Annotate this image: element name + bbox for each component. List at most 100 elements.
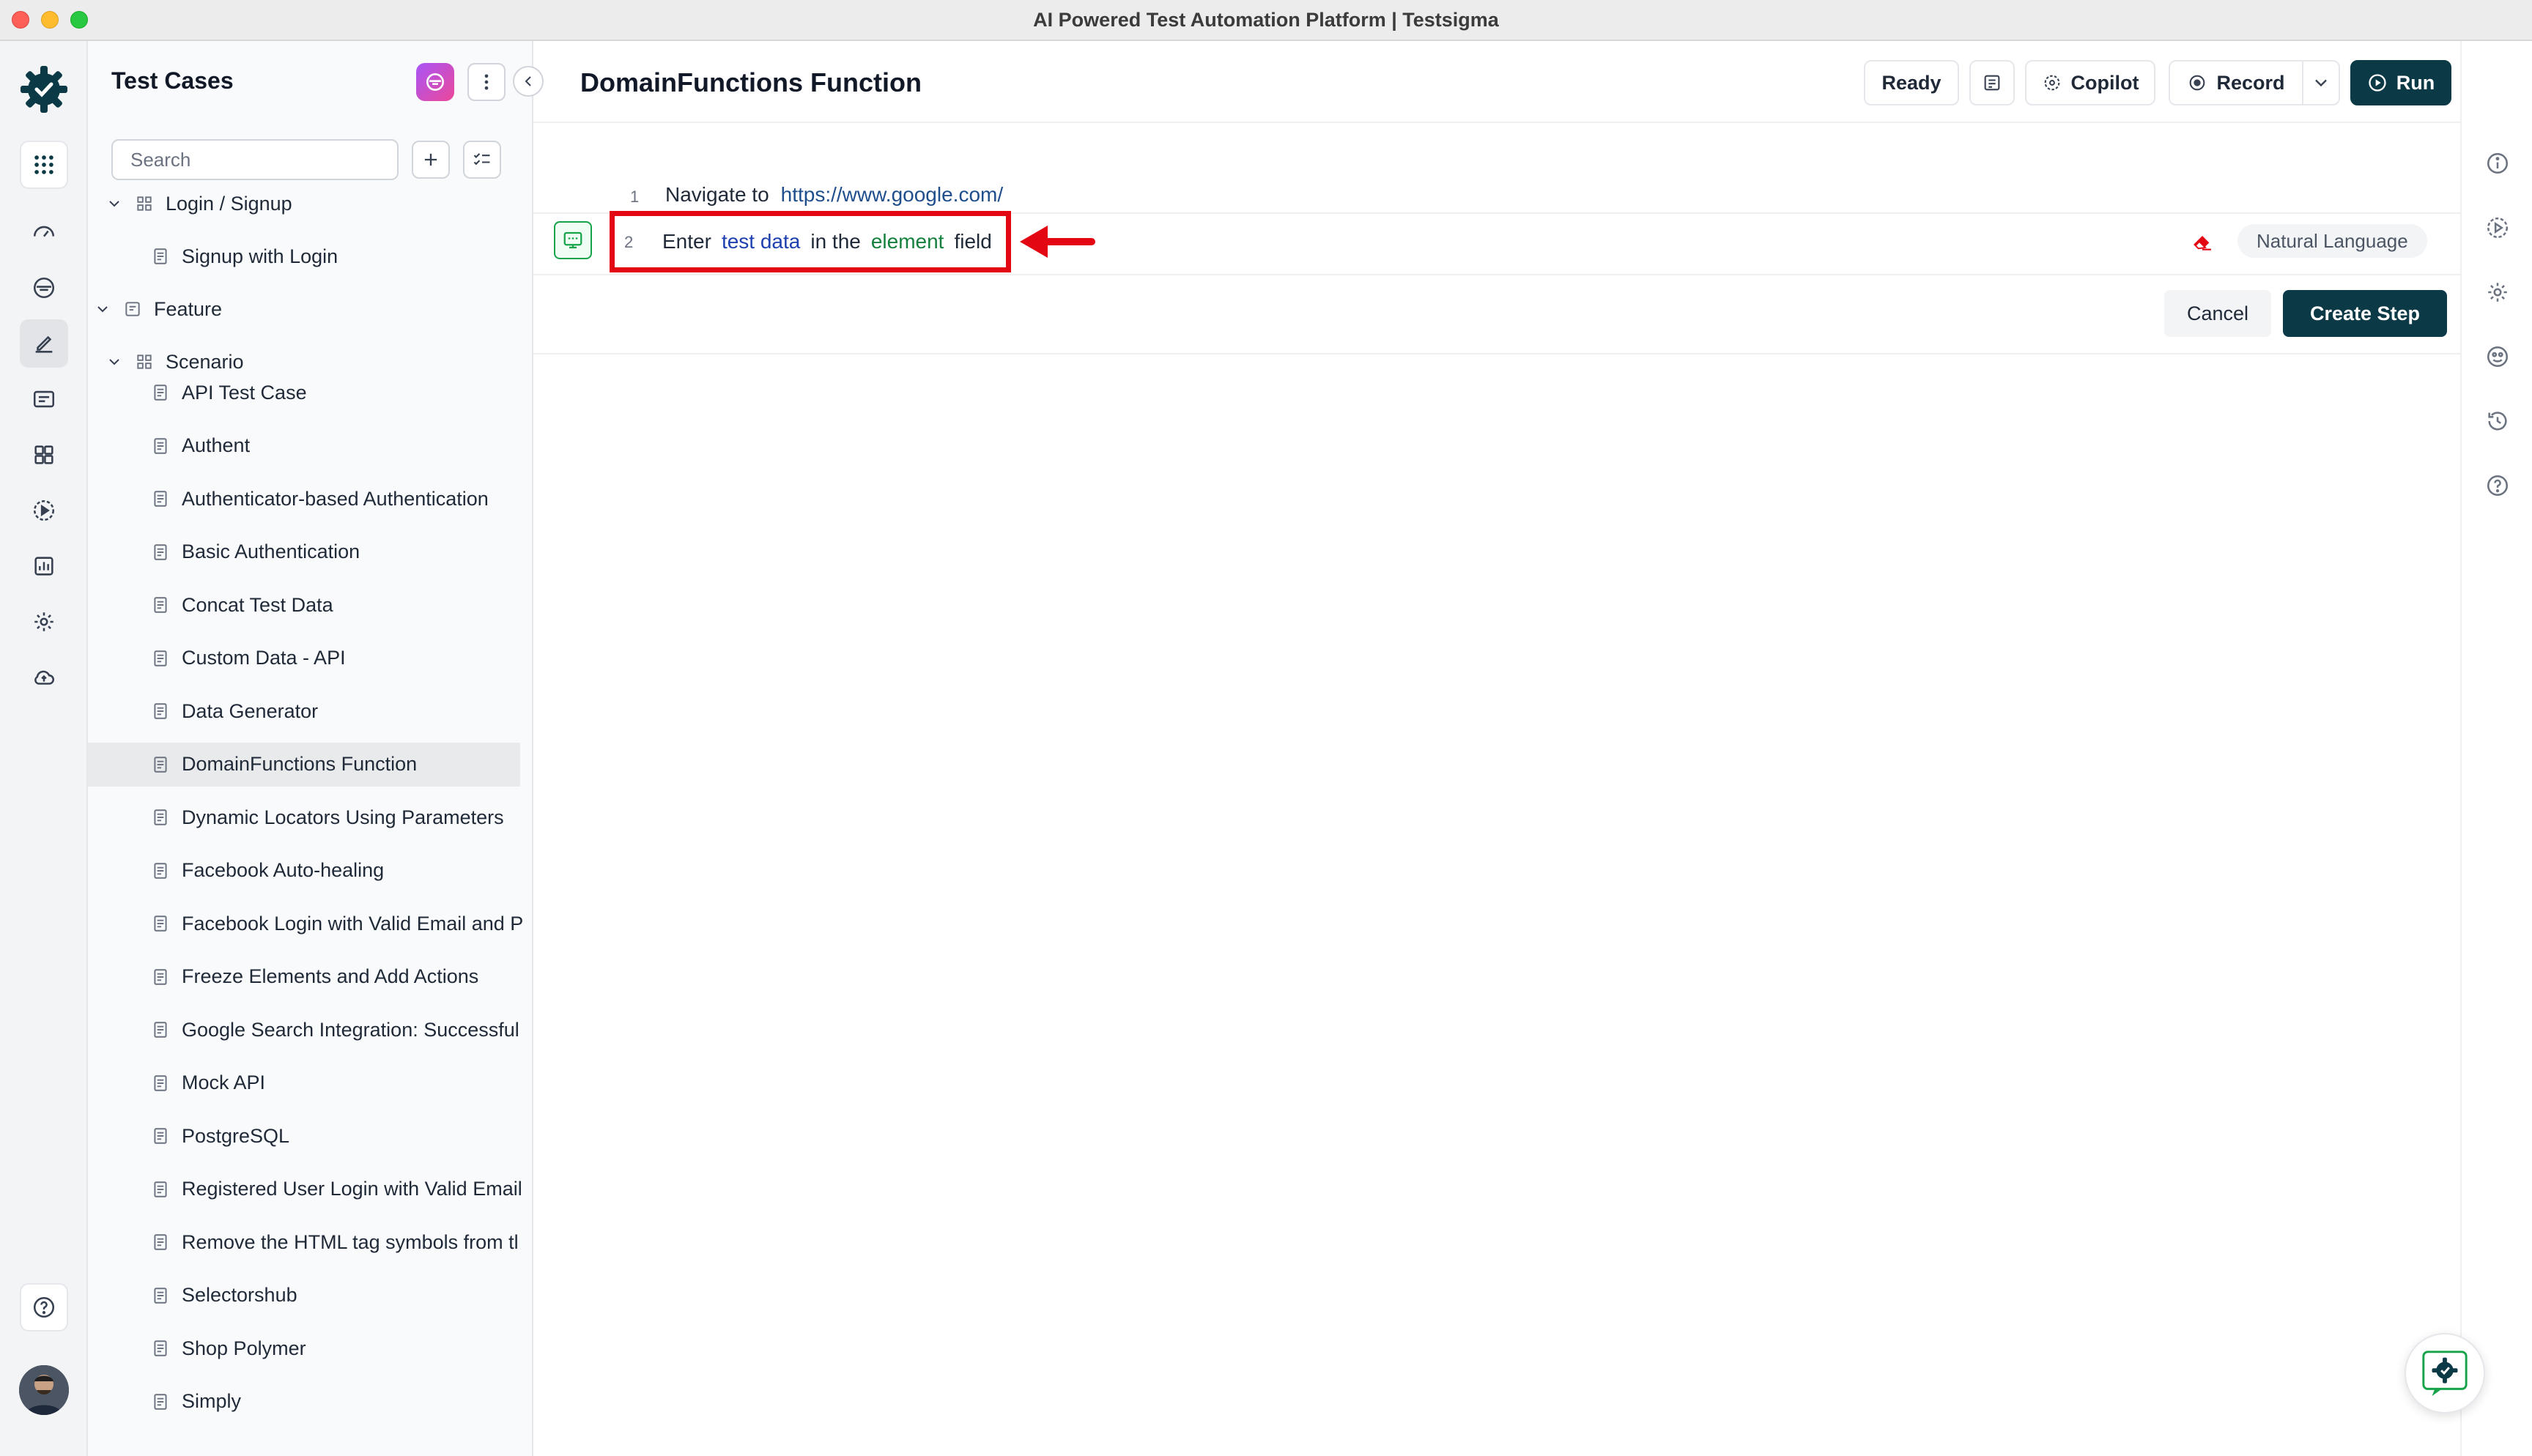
tree-node-case[interactable]: Facebook Auto-healing <box>88 849 520 893</box>
test-case-icon <box>154 862 167 879</box>
avatar[interactable] <box>19 1365 69 1415</box>
tree-node-label: Authent <box>182 434 251 456</box>
settings-icon[interactable] <box>2485 280 2510 305</box>
select-mode-button[interactable] <box>463 141 501 179</box>
cancel-button[interactable]: Cancel <box>2164 290 2271 337</box>
copilot-label: Copilot <box>2070 71 2139 94</box>
test-case-icon <box>154 1128 167 1144</box>
notes-button[interactable] <box>1969 60 2015 105</box>
test-case-icon <box>154 1022 167 1038</box>
runs-icon[interactable] <box>20 486 68 535</box>
main-editor: DomainFunctions Function Ready Copilot R… <box>533 41 2460 1456</box>
modules-icon[interactable] <box>20 431 68 479</box>
test-data-icon[interactable] <box>2485 344 2510 369</box>
search-input[interactable] <box>111 139 399 180</box>
dashboard-icon[interactable] <box>20 208 68 256</box>
language-badge[interactable]: Natural Language <box>2237 224 2427 258</box>
tree-node-label: Basic Authentication <box>182 541 360 562</box>
chat-assistant-icon <box>2422 1351 2468 1397</box>
record-button[interactable]: Record <box>2169 60 2303 105</box>
tree-node-case[interactable]: Shop Polymer <box>88 1326 520 1370</box>
test-case-icon <box>154 1393 167 1410</box>
logo-icon[interactable] <box>18 63 70 116</box>
test-case-icon <box>154 248 167 264</box>
info-icon[interactable] <box>2485 151 2510 176</box>
tree-more-button[interactable] <box>467 63 506 101</box>
eraser-icon[interactable] <box>2191 230 2214 253</box>
tree-node-scenario[interactable]: Login / Signup <box>106 182 520 226</box>
tree-node-case[interactable]: Registered User Login with Valid Email <box>88 1167 522 1211</box>
tree-node-label: Simply <box>182 1390 242 1412</box>
actions-divider <box>533 353 2460 354</box>
copilot-icon <box>2044 75 2059 91</box>
tree-node-label: Facebook Auto-healing <box>182 859 385 881</box>
help-icon[interactable] <box>2485 473 2510 498</box>
run-button[interactable]: Run <box>2350 60 2451 105</box>
chat-assistant-button[interactable] <box>2405 1333 2485 1414</box>
tree-node-case[interactable]: API Test Case <box>88 371 520 415</box>
tree-node-case[interactable]: Freeze Elements and Add Actions <box>88 955 520 999</box>
tree-node-case[interactable]: DomainFunctions Function <box>88 742 520 787</box>
tree-node-label: Login / Signup <box>166 192 292 215</box>
tree-node-case[interactable]: Remove the HTML tag symbols from tl <box>88 1220 520 1264</box>
chevron-left-icon <box>525 76 531 86</box>
tree-node-case[interactable]: Custom Data - API <box>88 636 520 680</box>
tree-node-case[interactable]: Concat Test Data <box>88 583 520 627</box>
history-icon[interactable] <box>2485 409 2510 434</box>
status-badge: Ready <box>1864 60 1959 105</box>
record-label: Record <box>2216 71 2285 94</box>
chevron-down-icon[interactable] <box>106 353 123 371</box>
tree-node-case[interactable]: Signup with Login <box>151 234 520 278</box>
status-label: Ready <box>1881 71 1941 94</box>
settings-icon[interactable] <box>20 598 68 646</box>
chevron-down-icon[interactable] <box>94 300 111 318</box>
test-case-icon <box>154 1074 167 1091</box>
tree-node-label: DomainFunctions Function <box>182 753 418 775</box>
tree-node-feature[interactable]: Feature <box>94 287 520 331</box>
add-test-case-button[interactable] <box>412 141 450 179</box>
copilot-button[interactable]: Copilot <box>2025 60 2155 105</box>
tree-node-case[interactable]: Selectorshub <box>88 1274 520 1318</box>
test-cases-icon[interactable] <box>20 319 68 368</box>
step-number: 1 <box>630 187 640 206</box>
tree-node-label: Custom Data - API <box>182 647 346 669</box>
tree-node-label: Authenticator-based Authentication <box>182 487 489 510</box>
tree-node-label: Selectorshub <box>182 1284 297 1306</box>
tree-node-case[interactable]: Mock API <box>88 1061 520 1105</box>
scenario-icon <box>137 196 152 211</box>
chevron-down-icon[interactable] <box>106 195 123 212</box>
tree-node-case[interactable]: Google Search Integration: Successful <box>88 1008 520 1052</box>
nav-rail <box>0 41 88 1456</box>
tree-node-case[interactable]: Facebook Login with Valid Email and P <box>88 902 523 946</box>
reports-icon[interactable] <box>20 542 68 590</box>
tree-node-case[interactable]: Dynamic Locators Using Parameters <box>88 795 520 839</box>
test-case-icon <box>154 1340 167 1356</box>
test-case-icon <box>154 809 167 825</box>
step-token-text: Navigate to <box>665 183 769 206</box>
record-options-button[interactable] <box>2302 60 2340 105</box>
copilot-icon[interactable] <box>20 264 68 312</box>
tree-node-case[interactable]: Authenticator-based Authentication <box>88 477 520 521</box>
test-case-icon <box>154 1181 167 1197</box>
tree-node-case[interactable]: Data Generator <box>88 689 520 733</box>
folder-icon[interactable] <box>20 375 68 423</box>
tree-node-case[interactable]: PostgreSQL <box>88 1114 520 1158</box>
run-history-icon[interactable] <box>2485 215 2510 240</box>
tree-node-case[interactable]: Authent <box>88 424 520 468</box>
tree-node-label: Concat Test Data <box>182 593 333 616</box>
test-case-icon <box>154 597 167 613</box>
test-case-tree-panel: Test Cases Login / Signup Signup with Lo… <box>88 41 533 1456</box>
test-case-icon <box>154 385 167 401</box>
help-icon[interactable] <box>20 1283 68 1331</box>
create-step-button[interactable]: Create Step <box>2283 290 2447 337</box>
collapse-panel-button[interactable] <box>513 66 544 97</box>
step-token-url[interactable]: https://www.google.com/ <box>781 183 1003 207</box>
scenario-icon <box>137 354 152 369</box>
copilot-badge-icon[interactable] <box>416 63 454 101</box>
tree-node-case[interactable]: Basic Authentication <box>88 530 520 574</box>
tree-node-label: Dynamic Locators Using Parameters <box>182 806 504 828</box>
highlight-box <box>610 211 1011 272</box>
cloud-icon[interactable] <box>20 653 68 702</box>
apps-grid-icon[interactable] <box>20 141 68 189</box>
tree-node-case[interactable]: Simply <box>88 1380 520 1424</box>
